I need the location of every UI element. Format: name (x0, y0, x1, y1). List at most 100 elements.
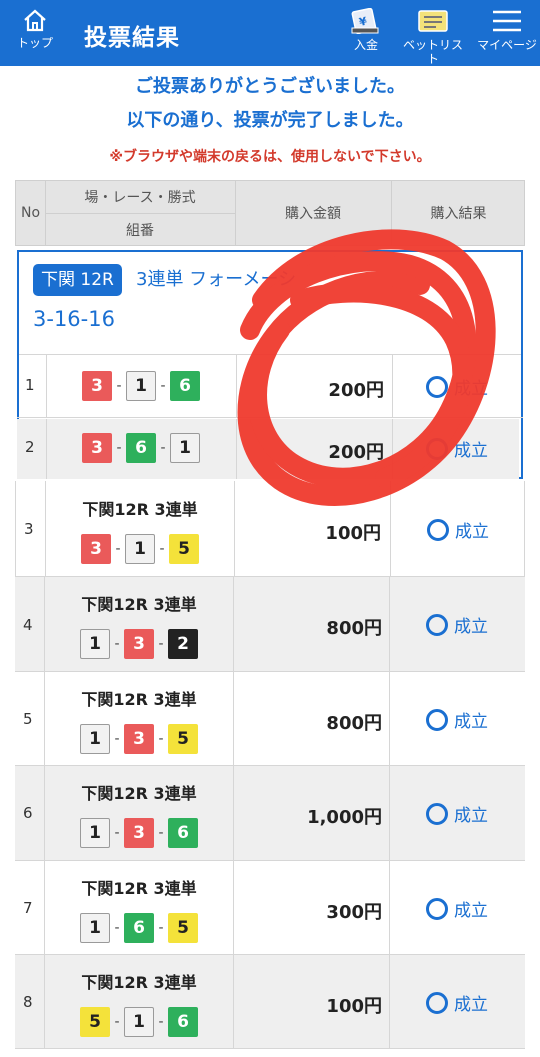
amount: 1,000円 (307, 807, 382, 828)
deposit-button[interactable]: ¥ 入金 (346, 8, 386, 52)
divider (389, 577, 390, 671)
combo: 3- 6- 1 (47, 433, 235, 463)
dash: - (116, 440, 122, 456)
table-row: 3 下関12R 3連単 3- 1- 5 100円 成立 (15, 481, 525, 577)
combo: 3- 1- 5 (46, 534, 234, 564)
dash: - (158, 731, 164, 747)
amount: 800円 (326, 713, 382, 734)
result: 成立 (426, 612, 488, 637)
header-amount: 購入金額 (285, 206, 341, 222)
table-row: 7 下関12R 3連単 1- 6- 5 300円 成立 (15, 861, 525, 955)
row-no: 4 (23, 616, 33, 634)
mypage-button[interactable]: マイページ (476, 8, 538, 52)
boat-number: 1 (170, 433, 200, 463)
combo: 1- 3- 6 (45, 818, 233, 848)
dash: - (160, 440, 166, 456)
result-label: 成立 (454, 712, 488, 732)
row-no: 6 (23, 804, 33, 822)
race-label: 下関12R 3連単 (81, 973, 197, 992)
dash: - (158, 1014, 164, 1030)
result-label: 成立 (454, 806, 488, 826)
complete-message: 以下の通り、投票が完了しました。 (126, 110, 414, 131)
result-label: 成立 (454, 995, 488, 1015)
formation-combo: 3-16-16 (33, 307, 115, 331)
deposit-label: 入金 (353, 38, 378, 52)
divider (392, 355, 393, 418)
success-circle-icon (427, 518, 449, 541)
bet-type: 3連単 フォーメーシ (136, 269, 297, 290)
boat-number: 1 (126, 371, 156, 401)
combo: 3- 1- 6 (47, 371, 235, 401)
boat-number: 5 (168, 724, 198, 754)
amount: 800円 (326, 618, 382, 639)
divider (389, 766, 390, 860)
divider (236, 419, 237, 479)
result-label: 成立 (454, 901, 488, 921)
divider (46, 213, 235, 214)
warning-message: ※ブラウザや端末の戻るは、使用しないで下さい。 (109, 149, 431, 165)
dash: - (114, 636, 120, 652)
amount: 200円 (328, 442, 384, 463)
result-label: 成立 (454, 617, 488, 637)
boat-number: 3 (124, 818, 154, 848)
result-label: 成立 (455, 522, 489, 542)
betlist-label: ベットリスト (402, 38, 463, 66)
dash: - (158, 636, 164, 652)
header-race: 場・レース・勝式 (84, 190, 196, 206)
dash: - (158, 825, 164, 841)
divider (391, 181, 392, 245)
result: 成立 (426, 436, 488, 461)
dash: - (114, 1014, 120, 1030)
boat-number: 6 (126, 433, 156, 463)
row-no: 3 (24, 520, 34, 538)
dash: - (160, 378, 166, 394)
dash: - (159, 541, 165, 557)
dash: - (114, 825, 120, 841)
dash: - (114, 920, 120, 936)
race-label: 下関12R 3連単 (81, 879, 197, 898)
result: 成立 (426, 374, 488, 399)
betlist-button[interactable]: ベットリスト (398, 8, 468, 66)
divider (389, 672, 390, 765)
result: 成立 (427, 517, 489, 542)
top-button[interactable]: トップ (12, 8, 58, 50)
header-no: No (20, 205, 41, 221)
top-label: トップ (16, 36, 53, 50)
boat-number: 3 (124, 629, 154, 659)
divider (233, 766, 234, 860)
combo: 1- 3- 5 (45, 724, 233, 754)
divider (233, 955, 234, 1048)
dash: - (114, 731, 120, 747)
home-icon (24, 9, 46, 32)
boat-number: 5 (80, 1007, 110, 1037)
boat-number: 3 (124, 724, 154, 754)
result: 成立 (426, 707, 488, 732)
table-row: 4 下関12R 3連単 1- 3- 2 800円 成立 (15, 577, 525, 672)
divider (236, 355, 237, 418)
header-result: 購入結果 (430, 206, 487, 222)
divider (234, 481, 235, 576)
divider (233, 672, 234, 765)
success-circle-icon (426, 613, 448, 636)
race-label: 下関12R 3連単 (81, 690, 197, 709)
amount: 200円 (328, 380, 384, 401)
dash: - (116, 378, 122, 394)
boat-number: 3 (82, 371, 112, 401)
dash: - (158, 920, 164, 936)
ticket-list-icon (418, 10, 448, 32)
result-label: 成立 (454, 441, 488, 461)
boat-number: 1 (80, 818, 110, 848)
boat-number: 1 (80, 629, 110, 659)
page-title: 投票結果 (84, 25, 180, 51)
success-circle-icon (426, 802, 448, 825)
amount: 100円 (325, 523, 381, 544)
boat-number: 6 (170, 371, 200, 401)
divider (392, 419, 393, 479)
result: 成立 (426, 990, 488, 1015)
atm-yen-icon: ¥ (351, 8, 379, 34)
race-badge: 下関 12R (33, 264, 122, 296)
app-header: トップ 投票結果 ¥ 入金 ベットリスト マイページ (0, 0, 540, 66)
race-label: 下関12R 3連単 (81, 784, 197, 803)
boat-number: 1 (124, 1007, 154, 1037)
table-header: No 場・レース・勝式 組番 購入金額 購入結果 (15, 180, 525, 246)
